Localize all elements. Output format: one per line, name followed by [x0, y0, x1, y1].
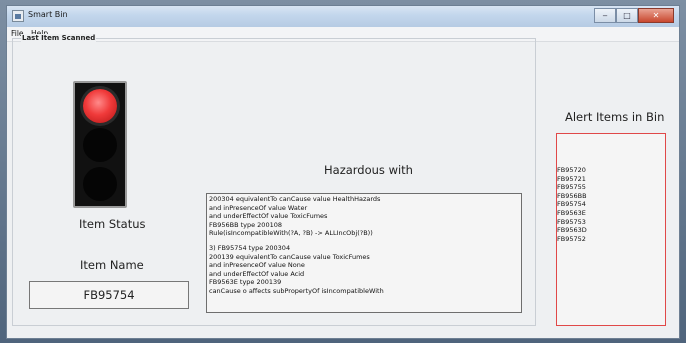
alert-item[interactable]: FB95752 — [557, 235, 587, 244]
hazard-line: and inPresenceOf value Water — [209, 203, 308, 212]
alert-item[interactable]: FB95720 — [557, 166, 587, 175]
yellow-lamp — [83, 128, 117, 162]
green-lamp — [83, 167, 117, 201]
app-icon — [12, 10, 24, 22]
alert-items: FB95720 FB95721 FB95755 FB956BB FB95754 … — [557, 166, 587, 243]
close-icon[interactable]: ✕ — [638, 8, 674, 23]
hazard-line: 200304 equivalentTo canCause value Healt… — [209, 195, 381, 203]
window-title: Smart Bin — [28, 10, 68, 19]
alert-items-label: Alert Items in Bin — [565, 110, 665, 124]
traffic-light-icon — [73, 81, 127, 208]
item-name-label: Item Name — [80, 258, 144, 272]
item-status-label: Item Status — [79, 217, 146, 231]
hazard-details-textarea[interactable]: 200304 equivalentTo canCause value Healt… — [206, 193, 522, 313]
maximize-icon[interactable]: □ — [616, 8, 638, 23]
panel-title: Last Item Scanned — [21, 34, 97, 42]
hazard-line: 3) FB95754 type 200304 — [209, 243, 291, 252]
alert-item[interactable]: FB95721 — [557, 175, 587, 184]
hazard-line: 200139 equivalentTo canCause value Toxic… — [209, 252, 370, 261]
alert-item[interactable]: FB95754 — [557, 200, 587, 209]
hazard-line: FB956BB type 200108 — [209, 220, 282, 229]
hazardous-with-label: Hazardous with — [324, 163, 413, 177]
alert-items-list[interactable]: FB95720 FB95721 FB95755 FB956BB FB95754 … — [556, 133, 666, 326]
alert-item[interactable]: FB9563E — [557, 209, 587, 218]
hazard-line: and underEffectOf value ToxicFumes — [209, 212, 328, 221]
hazard-line: and inPresenceOf value None — [209, 261, 305, 270]
alert-item[interactable]: FB956BB — [557, 192, 587, 201]
window-controls: ‒ □ ✕ — [594, 8, 674, 24]
item-name-field[interactable]: FB95754 — [29, 281, 189, 309]
red-lamp — [83, 89, 117, 123]
hazard-line: and underEffectOf value Acid — [209, 269, 305, 278]
hazard-line: canCause o affects subPropertyOf isIncom… — [209, 286, 384, 295]
hazard-line: FB9563E type 200139 — [209, 278, 282, 287]
minimize-icon[interactable]: ‒ — [594, 8, 616, 23]
alert-item[interactable]: FB95755 — [557, 183, 587, 192]
alert-item[interactable]: FB9563D — [557, 226, 587, 235]
alert-item[interactable]: FB95753 — [557, 218, 587, 227]
hazard-line: Rule(isIncompatibleWith(?A, ?B) -> ALLIn… — [209, 229, 373, 238]
title-bar[interactable]: Smart Bin ‒ □ ✕ — [7, 6, 679, 28]
